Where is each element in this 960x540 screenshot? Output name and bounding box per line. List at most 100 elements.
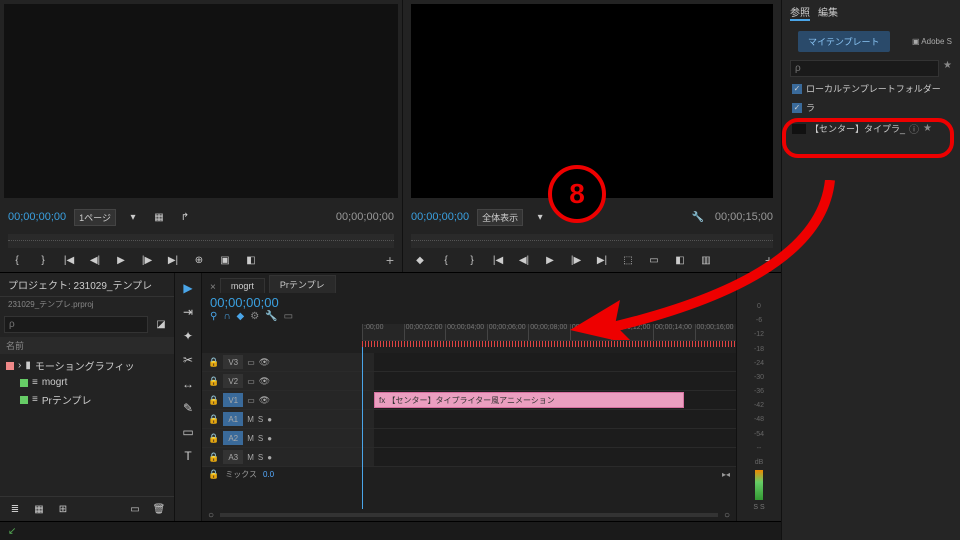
type-tool-icon[interactable]: T <box>179 447 197 465</box>
track-output-icon[interactable]: ▭ <box>247 358 255 367</box>
timeline-tab[interactable]: mogrt <box>220 278 265 293</box>
lock-icon[interactable]: 🔒 <box>208 433 219 444</box>
project-tab[interactable]: プロジェクト: 231029_テンプレ <box>0 273 174 297</box>
solo-icon[interactable]: S <box>760 504 765 511</box>
snap-icon[interactable]: ⚲ <box>210 311 217 322</box>
program-tc-in[interactable]: 00;00;00;00 <box>411 211 469 223</box>
star-filter-icon[interactable]: ★ <box>943 60 952 77</box>
project-item[interactable]: ≡mogrt <box>0 375 174 390</box>
project-item[interactable]: ›▮モーショングラフィッ <box>0 356 174 375</box>
new-bin-icon[interactable]: ▭ <box>126 501 144 517</box>
compare-icon[interactable]: ▥ <box>697 252 715 268</box>
source-time-ruler[interactable] <box>8 234 394 248</box>
mark-out-icon[interactable]: } <box>34 252 52 268</box>
chevron-down-icon[interactable]: ▾ <box>124 209 142 225</box>
mute-icon[interactable]: M <box>247 434 254 443</box>
extract-icon[interactable]: ▭ <box>645 252 663 268</box>
program-viewport[interactable] <box>411 4 773 198</box>
program-fit-select[interactable]: 全体表示 <box>477 209 523 226</box>
selection-tool-icon[interactable]: ▶ <box>179 279 197 297</box>
go-out-icon[interactable]: ▶| <box>164 252 182 268</box>
icon-view-icon[interactable]: ▦ <box>30 501 48 517</box>
star-icon[interactable]: ★ <box>923 123 932 134</box>
settings-icon[interactable]: ⚙ <box>250 311 259 322</box>
mute-icon[interactable]: M <box>247 453 254 462</box>
step-fwd-icon[interactable]: |▶ <box>567 252 585 268</box>
trash-icon[interactable]: 🗑 <box>150 501 168 517</box>
step-back-icon[interactable]: ◀| <box>515 252 533 268</box>
eye-icon[interactable]: 👁 <box>259 376 270 387</box>
add-button-icon[interactable]: + <box>386 252 394 268</box>
timeline-clip[interactable]: fx 【センター】タイプライター風アニメーション <box>374 392 684 408</box>
solo-icon[interactable]: S <box>258 434 263 443</box>
track-toggle[interactable]: A3 <box>223 450 243 464</box>
grid-icon[interactable]: ▦ <box>150 209 168 225</box>
go-out-icon[interactable]: ▶| <box>593 252 611 268</box>
hand-tool-icon[interactable]: ▭ <box>179 423 197 441</box>
timeline-tc[interactable]: 00;00;00;00 <box>210 295 279 310</box>
mute-icon[interactable]: M <box>247 415 254 424</box>
libraries-checkbox[interactable]: ✓ラ <box>782 98 960 117</box>
solo-icon[interactable]: S <box>258 453 263 462</box>
record-icon[interactable]: ● <box>267 434 272 443</box>
wrench-icon[interactable]: 🔧 <box>265 311 277 322</box>
play-icon[interactable]: ▶ <box>541 252 559 268</box>
ripple-tool-icon[interactable]: ✦ <box>179 327 197 345</box>
zoom-in-icon[interactable]: ○ <box>724 510 730 521</box>
lock-icon[interactable]: 🔒 <box>208 376 219 387</box>
chevron-down-icon[interactable]: ▾ <box>531 209 549 225</box>
freeform-icon[interactable]: ⊞ <box>54 501 72 517</box>
slip-tool-icon[interactable]: ↔ <box>179 375 197 393</box>
track-output-icon[interactable]: ▭ <box>247 377 255 386</box>
adobe-stock-link[interactable]: ▣ Adobe S <box>912 37 952 46</box>
local-templates-checkbox[interactable]: ✓ローカルテンプレートフォルダー <box>782 79 960 98</box>
razor-tool-icon[interactable]: ✂ <box>179 351 197 369</box>
track-toggle[interactable]: A1 <box>223 412 243 426</box>
source-page-select[interactable]: 1ページ <box>74 209 116 226</box>
go-in-icon[interactable]: |◀ <box>60 252 78 268</box>
info-icon[interactable]: ⓘ <box>909 121 919 136</box>
tab-browse[interactable]: 参照 <box>790 4 810 21</box>
timeline-zoom-scrollbar[interactable] <box>220 513 718 517</box>
insert-icon[interactable]: ⊕ <box>190 252 208 268</box>
my-templates-button[interactable]: マイテンプレート <box>798 31 890 52</box>
play-icon[interactable]: ▶ <box>112 252 130 268</box>
step-fwd-icon[interactable]: |▶ <box>138 252 156 268</box>
lock-icon[interactable]: 🔒 <box>208 395 219 406</box>
track-toggle[interactable]: V2 <box>223 374 243 388</box>
eye-icon[interactable]: 👁 <box>259 395 270 406</box>
lock-icon[interactable]: 🔒 <box>208 357 219 368</box>
project-item[interactable]: ≡Prテンプレ <box>0 390 174 409</box>
mark-in-icon[interactable]: { <box>437 252 455 268</box>
record-icon[interactable]: ● <box>267 415 272 424</box>
lock-icon[interactable]: 🔒 <box>208 452 219 463</box>
step-out-icon[interactable]: ↱ <box>176 209 194 225</box>
caption-icon[interactable]: ▭ <box>284 311 293 322</box>
project-search-input[interactable] <box>4 316 148 333</box>
mix-value[interactable]: 0.0 <box>263 470 274 479</box>
expand-icon[interactable]: ▸◂ <box>722 470 730 479</box>
marker-icon[interactable]: ◆ <box>411 252 429 268</box>
project-col-name[interactable]: 名前 <box>0 337 174 354</box>
lock-icon[interactable]: 🔒 <box>208 414 219 425</box>
templates-search-input[interactable] <box>790 60 939 77</box>
track-toggle[interactable]: V3 <box>223 355 243 369</box>
track-output-icon[interactable]: ▭ <box>247 396 255 405</box>
overwrite-icon[interactable]: ▣ <box>216 252 234 268</box>
filter-icon[interactable]: ◪ <box>152 316 170 332</box>
track-select-tool-icon[interactable]: ⇥ <box>179 303 197 321</box>
lock-icon[interactable]: 🔒 <box>208 469 219 480</box>
program-time-ruler[interactable] <box>411 234 773 248</box>
go-in-icon[interactable]: |◀ <box>489 252 507 268</box>
solo-icon[interactable]: S <box>753 504 758 511</box>
lift-icon[interactable]: ⬚ <box>619 252 637 268</box>
list-view-icon[interactable]: ≣ <box>6 501 24 517</box>
link-icon[interactable]: ∩ <box>223 311 230 322</box>
record-icon[interactable]: ● <box>267 453 272 462</box>
solo-icon[interactable]: S <box>258 415 263 424</box>
timeline-tab[interactable]: Prテンプレ <box>269 275 336 293</box>
timeline-ruler[interactable]: :00;00 00;00;02;00 00;00;04;00 00;00;06;… <box>362 324 736 341</box>
source-tc-in[interactable]: 00;00;00;00 <box>8 211 66 223</box>
marker-icon[interactable]: ◆ <box>237 311 245 322</box>
zoom-out-icon[interactable]: ○ <box>208 510 214 521</box>
